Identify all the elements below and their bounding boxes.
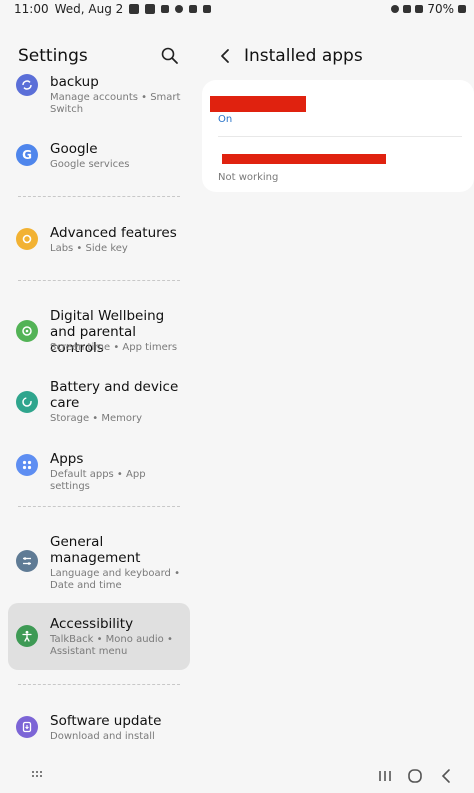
settings-item-subtitle: Download and install: [50, 731, 155, 742]
settings-item-software-update[interactable]: Software update Download and install: [8, 710, 190, 750]
settings-item-subtitle: Storage • Memory: [50, 413, 143, 424]
settings-item-subtitle: Screen time • App timers: [50, 342, 178, 353]
sync-icon: [16, 74, 38, 96]
person-icon: [16, 625, 38, 647]
location-pin-icon: [391, 5, 400, 13]
search-button[interactable]: [160, 46, 184, 70]
settings-item-subtitle: Language and keyboard • Date and time: [50, 568, 180, 591]
settings-item-subtitle: TalkBack • Mono audio • Assistant menu: [50, 634, 173, 657]
home-button[interactable]: [406, 767, 426, 787]
status-time: 11:00: [14, 2, 49, 16]
app-row[interactable]: On: [202, 80, 474, 136]
recents-icon: [379, 771, 391, 781]
settings-item-title: General management: [50, 534, 141, 566]
settings-item-subtitle: Manage accounts • Smart Switch: [50, 92, 181, 115]
installed-apps-pane: Installed apps On Not working: [198, 20, 474, 765]
sliders-icon: [16, 550, 38, 572]
settings-item-accessibility[interactable]: Accessibility TalkBack • Mono audio • As…: [8, 603, 190, 670]
search-icon: [161, 47, 178, 64]
grid-icon: [16, 454, 38, 476]
settings-item-subtitle: Google services: [50, 159, 130, 170]
heart-icon: [16, 320, 38, 342]
settings-item-advanced-features[interactable]: Advanced features Labs • Side key: [8, 222, 190, 262]
settings-item-backup[interactable]: backup Manage accounts • Smart Switch: [8, 70, 190, 120]
redacted-app-name: [222, 154, 386, 164]
settings-item-general-management[interactable]: General management Language and keyboard…: [8, 532, 190, 596]
settings-item-digital-wellbeing[interactable]: Digital Wellbeing and parental controls …: [8, 306, 190, 358]
installed-apps-list: On Not working: [202, 80, 474, 192]
divider: [18, 196, 180, 197]
back-nav-icon: [441, 769, 450, 783]
battery-percent: 70%: [427, 2, 454, 16]
divider: [18, 684, 180, 685]
m-icon: [145, 4, 156, 14]
signal-icon: [415, 5, 424, 13]
update-icon: [16, 716, 38, 738]
app-status: Not working: [218, 172, 279, 183]
settings-item-subtitle: Default apps • App settings: [50, 469, 146, 492]
settings-item-title: Accessibility: [50, 616, 134, 632]
location-icon: [175, 5, 184, 13]
refresh-icon: [16, 391, 38, 413]
google-icon: G: [16, 144, 38, 166]
settings-item-title: Advanced features: [50, 225, 177, 241]
back-arrow-icon: [221, 49, 229, 63]
settings-item-title: Google: [50, 141, 98, 157]
home-icon: [408, 769, 422, 783]
settings-item-subtitle: Labs • Side key: [50, 243, 128, 254]
redacted-app-name: [210, 96, 306, 112]
dots-grid-icon: [32, 771, 42, 777]
battery-icon: [458, 5, 466, 13]
page-title: Installed apps: [244, 46, 363, 66]
settings-item-title: Software update: [50, 713, 162, 729]
divider: [18, 506, 180, 507]
dots-icon: [161, 5, 170, 13]
notification-icon: [203, 5, 212, 13]
back-button[interactable]: [216, 46, 236, 66]
wifi-icon: [403, 5, 412, 13]
apps-drawer-button[interactable]: [30, 767, 50, 787]
settings-pane: Settings backup Manage accounts • Smart …: [0, 20, 198, 765]
status-bar: 11:00 Wed, Aug 2 70%: [0, 0, 474, 20]
settings-item-google[interactable]: G Google Google services: [8, 138, 190, 178]
settings-item-title: backup: [50, 74, 99, 90]
settings-item-battery-device-care[interactable]: Battery and device care Storage • Memory: [8, 377, 190, 429]
status-date: Wed, Aug 2: [54, 2, 124, 16]
shield-icon: [189, 5, 198, 13]
back-nav-button[interactable]: [438, 767, 458, 787]
divider: [18, 280, 180, 281]
app-status: On: [218, 114, 233, 125]
settings-item-apps[interactable]: Apps Default apps • App settings: [8, 448, 190, 492]
settings-item-title: Battery and device care: [50, 379, 179, 411]
gear-plus-icon: [16, 228, 38, 250]
settings-title: Settings: [18, 46, 88, 66]
app-row[interactable]: Not working: [202, 136, 474, 192]
recent-apps-button[interactable]: [376, 767, 396, 787]
briefcase-icon: [129, 4, 140, 14]
settings-item-title: Apps: [50, 451, 84, 467]
navigation-bar: [0, 765, 474, 793]
